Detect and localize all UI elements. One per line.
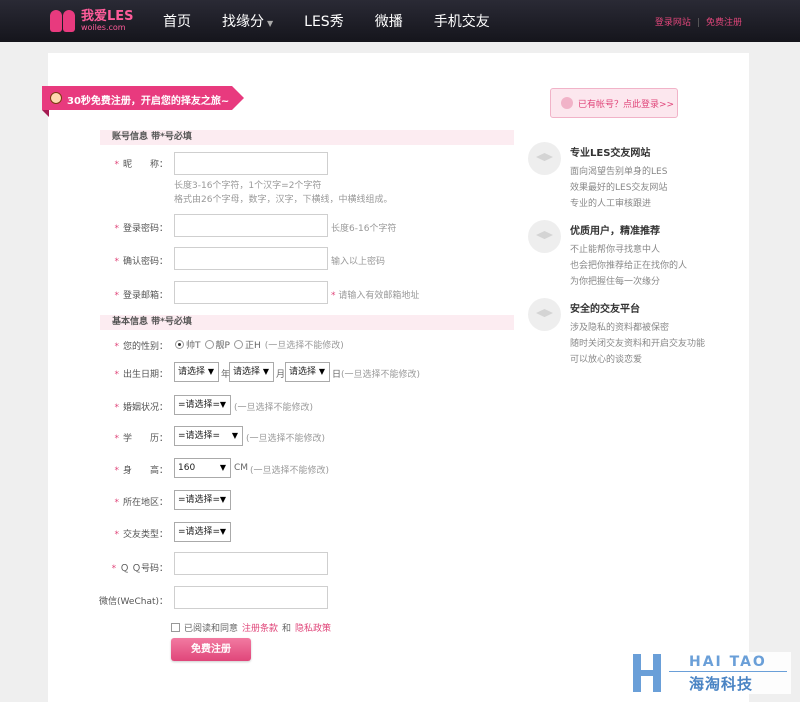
register-link[interactable]: 免费注册 xyxy=(706,18,742,28)
qq-input[interactable] xyxy=(174,552,328,575)
confirm-password-label: * 确认密码： xyxy=(114,257,168,267)
graduation-cap-icon xyxy=(528,220,561,253)
and-text: 和 xyxy=(282,624,292,634)
feature-line: 为你把握住每一次缘分 xyxy=(570,277,661,287)
height-label: * 身 高： xyxy=(114,466,168,476)
terms-link[interactable]: 注册条款 xyxy=(242,621,278,634)
birth-day-select[interactable]: 请选择 ▼ xyxy=(285,362,330,382)
agree-text: 已阅读和同意 xyxy=(184,624,239,634)
marital-label: * 婚姻状况： xyxy=(114,403,168,413)
birth-year-select[interactable]: 请选择 ▼ xyxy=(174,362,219,382)
month-unit: 月 xyxy=(276,370,286,380)
confirm-password-input[interactable] xyxy=(174,247,328,270)
feature-line: 随时关闭交友资料和开启交友功能 xyxy=(570,339,706,349)
day-unit: 日 xyxy=(332,370,342,380)
logo-title: 我爱LES xyxy=(81,9,134,24)
education-select[interactable]: =请选择= ▼ xyxy=(174,426,243,446)
login-prompt-label: 已有帐号？点此登录>> xyxy=(578,99,675,110)
nav-home[interactable]: 首页 xyxy=(163,11,191,31)
radio-checked[interactable] xyxy=(175,340,184,349)
logo-icon xyxy=(48,8,78,34)
site-logo[interactable]: 我爱LES woiles.com xyxy=(48,8,134,34)
watermark-logo: HAI TAO 海淘科技 xyxy=(629,652,791,694)
region-select[interactable]: =请选择= ▼ xyxy=(174,490,231,510)
nickname-hint-2: 格式由26个字母，数字，汉字，下横线，中横线组成。 xyxy=(174,195,393,205)
logo-url: woiles.com xyxy=(81,23,126,32)
nav-microblog[interactable]: 微播 xyxy=(375,11,403,31)
main-nav: 首页 找缘分 ▼ LES秀 微播 手机交友 xyxy=(150,0,521,42)
feature-title: 优质用户，精准推荐 xyxy=(570,226,660,237)
email-hint: * 请输入有效邮箱地址 xyxy=(331,291,420,301)
radio[interactable] xyxy=(233,340,243,349)
ribbon-text: 30秒免费注册，开启您的择友之旅~ xyxy=(67,96,230,107)
feature-line: 也会把你推荐给正在找你的人 xyxy=(570,261,688,271)
confirm-password-hint: 输入以上密码 xyxy=(331,257,386,267)
feature-line: 涉及隐私的资料都被保密 xyxy=(570,323,670,333)
top-navigation-bar: 我爱LES woiles.com 首页 找缘分 ▼ LES秀 微播 手机交友 登录… xyxy=(0,0,800,42)
wechat-input[interactable] xyxy=(174,586,328,609)
nav-find-match[interactable]: 找缘分 ▼ xyxy=(222,11,273,31)
gender-option-p[interactable]: 靓P xyxy=(204,338,230,351)
nav-les-show[interactable]: LES秀 xyxy=(304,11,344,31)
password-label: * 登录密码： xyxy=(114,224,168,234)
nickname-label: * 昵 称： xyxy=(114,160,168,170)
gender-label: * 您的性别： xyxy=(114,342,168,352)
email-label: * 登录邮箱： xyxy=(114,291,168,301)
feature-line: 专业的人工审核跟进 xyxy=(570,199,652,209)
password-hint: 长度6-16个字符 xyxy=(331,224,397,234)
login-link[interactable]: 登录网站 xyxy=(655,18,691,28)
email-input[interactable] xyxy=(174,281,328,304)
feature-title: 专业LES交友网站 xyxy=(570,148,651,159)
gender-note: (一旦选择不能修改) xyxy=(264,341,344,351)
feature-line: 不止能帮你寻找意中人 xyxy=(570,245,661,255)
gender-option-t[interactable]: 帅T xyxy=(175,338,201,351)
existing-account-login-button[interactable]: 已有帐号？点此登录>> xyxy=(550,88,678,118)
wechat-label: 微信(WeChat)： xyxy=(99,597,168,607)
top-account-links: 登录网站 | 免费注册 xyxy=(655,15,742,28)
height-note: (一旦选择不能修改) xyxy=(250,466,330,476)
nav-find-match-label: 找缘分 xyxy=(222,14,264,30)
signup-ribbon: 30秒免费注册，开启您的择友之旅~ xyxy=(42,86,244,117)
feature-title: 安全的交友平台 xyxy=(570,304,640,315)
birth-date-label: * 出生日期： xyxy=(114,370,168,380)
qq-label: * Ｑ Ｑ号码： xyxy=(111,564,168,574)
birth-note: (一旦选择不能修改) xyxy=(341,370,421,380)
education-label: * 学 历： xyxy=(114,434,168,444)
account-section-heading: 账号信息 带*号必填 xyxy=(100,130,514,145)
avatar-icon xyxy=(50,92,62,104)
height-unit: CM xyxy=(234,463,249,473)
gender-option-h[interactable]: 正H xyxy=(233,338,261,351)
chevron-down-icon: ▼ xyxy=(267,19,274,28)
user-icon xyxy=(561,97,573,109)
marital-note: (一旦选择不能修改) xyxy=(234,403,314,413)
radio[interactable] xyxy=(204,340,214,349)
agreement-row: 已阅读和同意 注册条款 和 隐私政策 xyxy=(171,621,331,634)
agree-checkbox[interactable] xyxy=(171,623,180,632)
basic-section-heading: 基本信息 带*号必填 xyxy=(100,315,514,330)
graduation-cap-icon xyxy=(528,298,561,331)
nav-mobile-dating[interactable]: 手机交友 xyxy=(434,11,490,31)
watermark-en: HAI TAO xyxy=(689,654,767,670)
feature-line: 面向渴望告别单身的LES xyxy=(570,167,668,177)
gender-radio-group: 帅T 靓P 正H (一旦选择不能修改) xyxy=(175,338,344,351)
feature-line: 可以放心的谈恋爱 xyxy=(570,355,643,365)
password-input[interactable] xyxy=(174,214,328,237)
graduation-cap-icon xyxy=(528,142,561,175)
watermark-cn: 海淘科技 xyxy=(689,675,754,693)
nickname-hint-1: 长度3-16个字符，1个汉字=2个字符 xyxy=(174,181,322,191)
feature-line: 效果最好的LES交友网站 xyxy=(570,183,668,193)
birth-month-select[interactable]: 请选择 ▼ xyxy=(229,362,274,382)
education-note: (一旦选择不能修改) xyxy=(246,434,326,444)
marital-select[interactable]: =请选择= ▼ xyxy=(174,395,231,415)
nickname-input[interactable] xyxy=(174,152,328,175)
watermark-h-icon xyxy=(633,654,661,692)
divider: | xyxy=(696,18,700,28)
dating-type-select[interactable]: =请选择= ▼ xyxy=(174,522,231,542)
privacy-link[interactable]: 隐私政策 xyxy=(295,621,331,634)
region-label: * 所在地区： xyxy=(114,498,168,508)
free-register-button[interactable]: 免费注册 xyxy=(171,638,251,661)
dating-type-label: * 交友类型： xyxy=(114,530,168,540)
height-select[interactable]: 160 ▼ xyxy=(174,458,231,478)
